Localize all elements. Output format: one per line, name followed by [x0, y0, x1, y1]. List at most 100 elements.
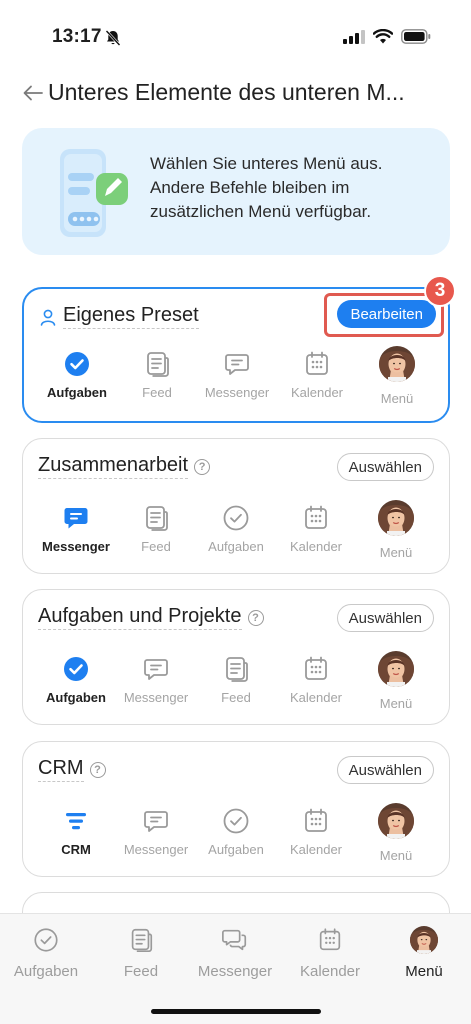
check-circle-icon — [62, 349, 92, 379]
phone-edit-illustration-icon — [60, 149, 128, 237]
back-arrow-icon[interactable] — [22, 82, 44, 104]
preset-item-label: Menü — [380, 391, 414, 406]
nav-item-menu[interactable]: Menü — [379, 926, 469, 980]
preset-item-label: Aufgaben — [46, 690, 106, 705]
nav-item-kalender[interactable]: Kalender — [285, 926, 375, 980]
nav-item-feed[interactable]: Feed — [96, 926, 186, 980]
nav-item-label: Aufgaben — [13, 963, 79, 980]
preset-item-aufgaben: Aufgaben — [36, 654, 116, 714]
preset-item-label: Aufgaben — [208, 842, 264, 857]
preset-item-aufgaben: Aufgaben — [196, 806, 276, 866]
preset-item-label: Feed — [221, 690, 251, 705]
preset-item-label: CRM — [61, 842, 91, 857]
preset-title: Zusammenarbeit ? — [38, 454, 211, 479]
preset-item-label: Menü — [379, 545, 413, 560]
preset-item-messenger: Messenger — [36, 503, 116, 563]
preset-item-label: Feed — [142, 385, 172, 400]
preset-item-menu: Menü — [356, 806, 436, 866]
battery-icon — [401, 29, 431, 44]
help-icon[interactable]: ? — [194, 458, 211, 475]
crm-funnel-icon — [61, 806, 91, 836]
wifi-icon — [373, 29, 393, 44]
preset-item-feed: Feed — [196, 654, 276, 714]
preset-item-menu: Menü — [356, 503, 436, 563]
check-circle-icon — [221, 806, 251, 836]
feed-icon — [127, 926, 155, 954]
page-title: Unteres Elemente des unteren M... — [48, 79, 405, 105]
help-icon[interactable]: ? — [247, 609, 264, 626]
preset-title-text: CRM — [38, 757, 84, 782]
feed-icon — [221, 654, 251, 684]
chat-icon — [141, 654, 171, 684]
preset-title-text: Zusammenarbeit — [38, 454, 189, 479]
preset-icon-row: Aufgaben Feed Messenger Kalender Menü — [24, 349, 448, 409]
preset-title: CRM ? — [38, 757, 106, 782]
help-icon[interactable]: ? — [89, 761, 106, 778]
nav-item-label: Menü — [405, 963, 443, 980]
preset-item-label: Messenger — [204, 385, 270, 400]
nav-item-label: Feed — [123, 963, 159, 980]
select-button[interactable]: Auswählen — [336, 453, 434, 481]
preset-item-label: Menü — [379, 696, 413, 711]
preset-icon-row: CRM Messenger Aufgaben Kalender Menü — [23, 806, 449, 866]
calendar-icon — [301, 806, 331, 836]
nav-item-label: Messenger — [197, 963, 273, 980]
avatar — [378, 803, 414, 839]
preset-item-aufgaben: Aufgaben — [196, 503, 276, 563]
preset-item-label: Menü — [379, 848, 413, 863]
step-badge: 3 — [424, 275, 456, 307]
avatar — [379, 346, 415, 382]
bottom-navigation: Aufgaben Feed Messenger Kalender Menü — [0, 913, 471, 1024]
chat-icon — [222, 349, 252, 379]
preset-icon-row: Aufgaben Messenger Feed Kalender Menü — [23, 654, 449, 714]
preset-item-label: Kalender — [290, 385, 344, 400]
preset-item-kalender: Kalender — [276, 654, 356, 714]
home-indicator — [151, 1009, 321, 1014]
preset-icon-row: Messenger Feed Aufgaben Kalender Menü — [23, 503, 449, 563]
avatar — [410, 926, 438, 954]
nav-item-label: Kalender — [299, 963, 361, 980]
preset-item-feed: Feed — [116, 503, 196, 563]
preset-item-label: Kalender — [289, 690, 343, 705]
select-button[interactable]: Auswählen — [336, 604, 434, 632]
preset-item-label: Aufgaben — [47, 385, 107, 400]
check-circle-icon — [221, 503, 251, 533]
banner-text: Wählen Sie unteres Menü aus. Andere Befe… — [150, 154, 383, 221]
edit-button[interactable]: Bearbeiten — [337, 300, 436, 328]
preset-item-messenger: Messenger — [116, 806, 196, 866]
preset-title-text: Aufgaben und Projekte — [38, 605, 242, 630]
info-banner: Wählen Sie unteres Menü aus. Andere Befe… — [22, 128, 450, 255]
status-bar: 13:17 — [0, 0, 471, 70]
preset-item-kalender: Kalender — [277, 349, 357, 409]
nav-item-aufgaben[interactable]: Aufgaben — [1, 926, 91, 980]
signal-icon — [343, 29, 365, 44]
preset-card-crm[interactable]: CRM ? Auswählen CRM Messenger Aufgaben K… — [22, 741, 450, 877]
feed-icon — [142, 349, 172, 379]
preset-item-aufgaben: Aufgaben — [37, 349, 117, 409]
bell-muted-icon — [105, 30, 121, 46]
calendar-icon — [316, 926, 344, 954]
status-time: 13:17 — [52, 26, 102, 47]
chat-icon — [61, 503, 91, 533]
preset-item-label: Aufgaben — [208, 539, 264, 554]
preset-item-feed: Feed — [117, 349, 197, 409]
preset-card-zusammenarbeit[interactable]: Zusammenarbeit ? Auswählen Messenger Fee… — [22, 438, 450, 574]
nav-item-messenger[interactable]: Messenger — [190, 926, 280, 980]
preset-item-kalender: Kalender — [276, 806, 356, 866]
calendar-icon — [301, 503, 331, 533]
preset-title-text: Eigenes Preset — [63, 304, 199, 329]
chat-icon — [141, 806, 171, 836]
chats-icon — [222, 929, 247, 951]
preset-item-label: Kalender — [289, 539, 343, 554]
calendar-icon — [302, 349, 332, 379]
check-circle-icon — [32, 926, 60, 954]
preset-item-label: Messenger — [42, 539, 110, 554]
preset-card-eigenes[interactable]: Eigenes Preset Bearbeiten 3 Aufgaben Fee… — [22, 275, 456, 423]
select-button[interactable]: Auswählen — [336, 756, 434, 784]
header: Unteres Elemente des unteren M... — [0, 72, 471, 118]
user-icon — [40, 309, 56, 326]
preset-item-label: Kalender — [289, 842, 343, 857]
preset-item-label: Feed — [141, 539, 171, 554]
preset-card-aufgaben-projekte[interactable]: Aufgaben und Projekte ? Auswählen Aufgab… — [22, 589, 450, 725]
preset-item-kalender: Kalender — [276, 503, 356, 563]
